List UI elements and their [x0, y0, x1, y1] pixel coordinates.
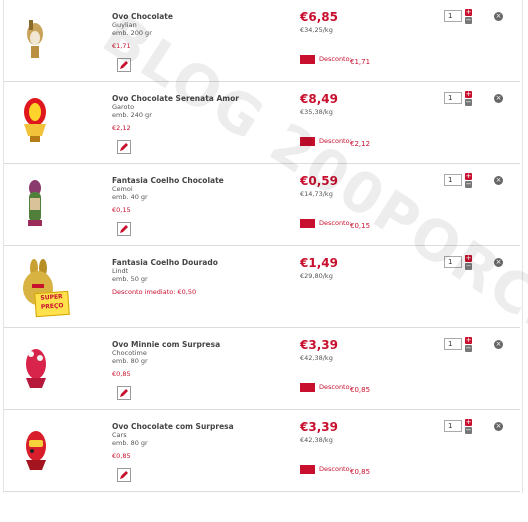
unit-price: €35,38/kg: [300, 108, 333, 116]
remove-item-icon[interactable]: ×: [494, 12, 503, 21]
unit-price: €42,38/kg: [300, 354, 333, 362]
product-name[interactable]: Ovo Chocolate: [112, 12, 173, 21]
product-brand: Guylian: [112, 21, 137, 29]
discount-amount: €0,15: [350, 222, 371, 230]
discount-label: Desconto:: [319, 383, 352, 391]
product-image: [26, 431, 46, 470]
remove-item-icon[interactable]: ×: [494, 176, 503, 185]
product-name[interactable]: Ovo Chocolate Serenata Amor: [112, 94, 239, 103]
edit-note-icon[interactable]: [117, 468, 131, 482]
product-price: €1,49: [300, 256, 338, 270]
decrease-qty-button[interactable]: −: [465, 427, 472, 434]
product-package: emb. 50 gr: [112, 275, 148, 283]
decrease-qty-button[interactable]: −: [465, 181, 472, 188]
saving-amount: €0,85: [112, 370, 131, 378]
discount-label: Desconto:: [319, 465, 352, 473]
discount-tag-icon: [300, 465, 315, 474]
cart-row: Ovo Chocolate Guylian emb. 200 gr €1,71 …: [4, 0, 520, 82]
product-brand: Garoto: [112, 103, 135, 111]
decrease-qty-button[interactable]: −: [465, 99, 472, 106]
unit-price: €34,25/kg: [300, 26, 333, 34]
product-name[interactable]: Ovo Chocolate com Surpresa: [112, 422, 234, 431]
increase-qty-button[interactable]: +: [465, 173, 472, 180]
cart-row: Fantasia Coelho Chocolate Cemoi emb. 40 …: [4, 164, 520, 246]
discount-label: Desconto:: [319, 219, 352, 227]
remove-item-icon[interactable]: ×: [494, 340, 503, 349]
quantity-input[interactable]: [444, 420, 462, 432]
product-brand: Cars: [112, 431, 127, 439]
quantity-input[interactable]: [444, 174, 462, 186]
unit-price: €29,80/kg: [300, 272, 333, 280]
discount-amount: €2,12: [350, 140, 371, 148]
instant-discount: Desconto imediato: €0,50: [112, 288, 197, 296]
product-price: €3,39: [300, 420, 338, 434]
product-package: emb. 40 gr: [112, 193, 148, 201]
product-name[interactable]: Fantasia Coelho Chocolate: [112, 176, 224, 185]
remove-item-icon[interactable]: ×: [494, 258, 503, 267]
product-price: €8,49: [300, 92, 338, 106]
increase-qty-button[interactable]: +: [465, 9, 472, 16]
quantity-input[interactable]: [444, 256, 462, 268]
product-name[interactable]: Fantasia Coelho Dourado: [112, 258, 218, 267]
unit-price: €42,38/kg: [300, 436, 333, 444]
product-package: emb. 80 gr: [112, 439, 148, 447]
remove-item-icon[interactable]: ×: [494, 94, 503, 103]
saving-amount: €0,85: [112, 452, 131, 460]
discount-tag-icon: [300, 55, 315, 64]
discount-tag-icon: [300, 219, 315, 228]
quantity-input[interactable]: [444, 338, 462, 350]
edit-note-icon[interactable]: [117, 58, 131, 72]
increase-qty-button[interactable]: +: [465, 419, 472, 426]
cart-row: Ovo Chocolate com Surpresa Cars emb. 80 …: [4, 410, 520, 492]
edit-note-icon[interactable]: [117, 222, 131, 236]
edit-note-icon[interactable]: [117, 386, 131, 400]
cart-row: SUPER PREÇO Fantasia Coelho Dourado Lind…: [4, 246, 520, 328]
discount-label: Desconto:: [319, 137, 352, 145]
super-price-badge: SUPER PREÇO: [34, 290, 70, 318]
quantity-input[interactable]: [444, 10, 462, 22]
cart-row: Ovo Minnie com Surpresa Chocotime emb. 8…: [4, 328, 520, 410]
discount-amount: €0,85: [350, 386, 371, 394]
product-brand: Lindt: [112, 267, 129, 275]
increase-qty-button[interactable]: +: [465, 255, 472, 262]
product-package: emb. 240 gr: [112, 111, 152, 119]
quantity-input[interactable]: [444, 92, 462, 104]
cart-row: Ovo Chocolate Serenata Amor Garoto emb. …: [4, 82, 520, 164]
product-image: [26, 349, 46, 388]
unit-price: €14,73/kg: [300, 190, 333, 198]
product-brand: Cemoi: [112, 185, 133, 193]
discount-amount: €0,85: [350, 468, 371, 476]
increase-qty-button[interactable]: +: [465, 337, 472, 344]
product-image: [28, 180, 42, 226]
product-price: €6,85: [300, 10, 338, 24]
discount-tag-icon: [300, 383, 315, 392]
decrease-qty-button[interactable]: −: [465, 17, 472, 24]
saving-amount: €1,71: [112, 42, 131, 50]
product-brand: Chocotime: [112, 349, 147, 357]
product-image: [24, 98, 46, 142]
decrease-qty-button[interactable]: −: [465, 263, 472, 270]
product-name[interactable]: Ovo Minnie com Surpresa: [112, 340, 220, 349]
discount-tag-icon: [300, 137, 315, 146]
product-image: [27, 20, 43, 58]
saving-amount: €2,12: [112, 124, 131, 132]
product-package: emb. 80 gr: [112, 357, 148, 365]
decrease-qty-button[interactable]: −: [465, 345, 472, 352]
discount-label: Desconto:: [319, 55, 352, 63]
edit-note-icon[interactable]: [117, 140, 131, 154]
increase-qty-button[interactable]: +: [465, 91, 472, 98]
remove-item-icon[interactable]: ×: [494, 422, 503, 431]
product-price: €3,39: [300, 338, 338, 352]
product-package: emb. 200 gr: [112, 29, 152, 37]
discount-amount: €1,71: [350, 58, 371, 66]
product-price: €0,59: [300, 174, 338, 188]
saving-amount: €0,15: [112, 206, 131, 214]
